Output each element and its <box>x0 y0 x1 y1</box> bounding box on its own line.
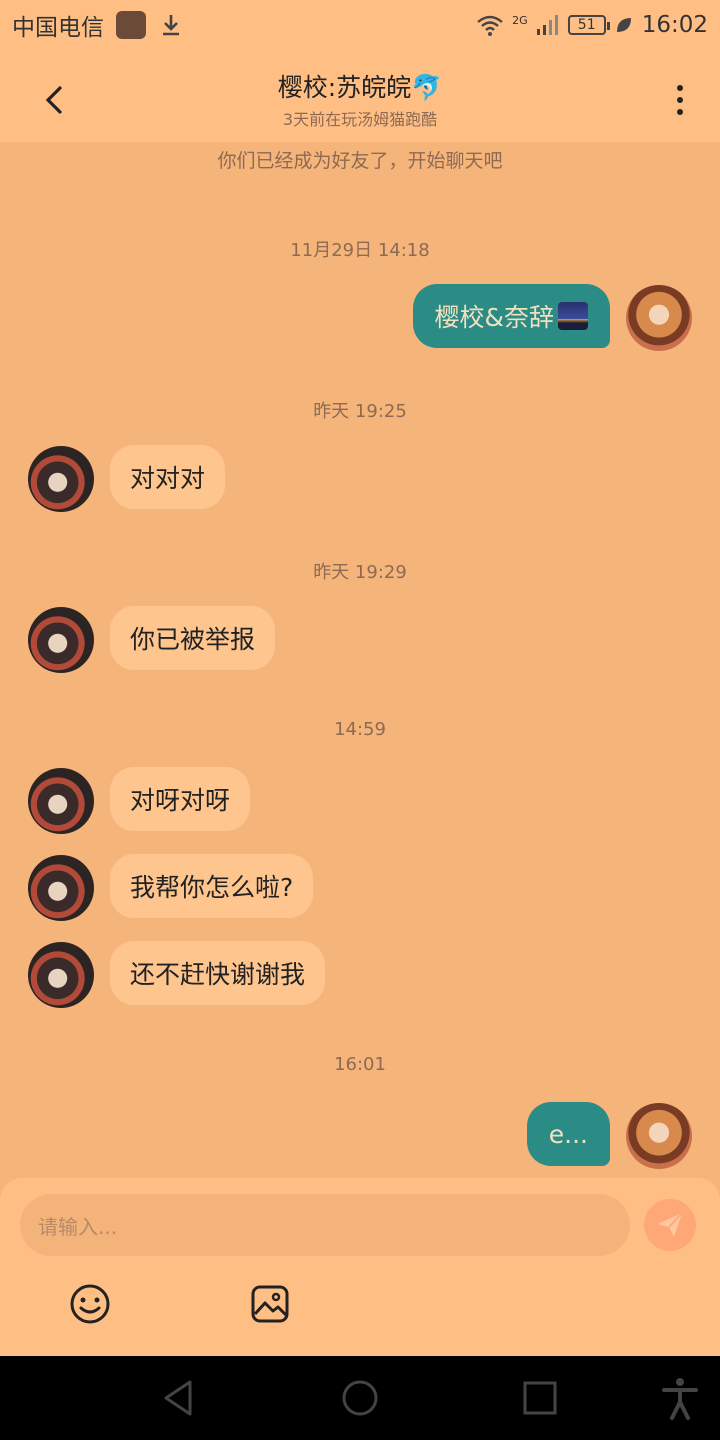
my-avatar[interactable] <box>626 285 692 351</box>
contact-avatar[interactable] <box>28 942 94 1008</box>
status-bar: 中国电信 2G 51 16:02 <box>0 0 720 50</box>
clock: 16:02 <box>641 12 708 38</box>
message-bubble-outgoing[interactable]: 樱校&奈辞 <box>412 284 610 348</box>
more-vertical-icon[interactable] <box>660 80 700 120</box>
contact-name: 樱校:苏皖皖🐬 <box>277 73 443 102</box>
timestamp: 昨天 19:25 <box>313 401 407 422</box>
message-bubble-incoming[interactable]: 对呀对呀 <box>110 767 251 831</box>
message-bubble-incoming[interactable]: 对对对 <box>110 445 226 509</box>
night-sky-emoji-icon <box>558 302 588 330</box>
message-text: 对对对 <box>130 464 206 493</box>
timestamp: 14:59 <box>334 719 386 740</box>
download-icon <box>163 15 179 36</box>
chat-header: 樱校:苏皖皖🐬 3天前在玩汤姆猫跑酷 <box>0 50 720 142</box>
battery-indicator: 51 <box>567 15 610 35</box>
friend-added-notice: 你们已经成为好友了，开始聊天吧 <box>217 150 503 172</box>
contact-avatar[interactable] <box>28 855 94 921</box>
message-bubble-incoming[interactable]: 你已被举报 <box>110 606 276 670</box>
message-text: 还不赶快谢谢我 <box>130 960 306 989</box>
image-icon[interactable] <box>248 1282 292 1326</box>
wifi-icon <box>477 15 503 36</box>
contact-avatar[interactable] <box>28 446 94 512</box>
message-bubble-incoming[interactable]: 我帮你怎么啦? <box>110 854 314 918</box>
input-placeholder: 请输入... <box>38 1214 118 1239</box>
message-text: 我帮你怎么啦? <box>130 873 294 902</box>
network-type: 2G <box>512 14 528 27</box>
message-text: 你已被举报 <box>130 625 256 654</box>
message-bubble-outgoing[interactable]: e... <box>526 1102 610 1166</box>
system-navigation-bar <box>0 1356 720 1440</box>
contact-avatar[interactable] <box>28 768 94 834</box>
timestamp: 16:01 <box>334 1054 386 1075</box>
signal-icon <box>536 15 558 35</box>
my-avatar[interactable] <box>626 1103 692 1169</box>
back-nav-icon[interactable] <box>158 1376 202 1420</box>
accessibility-icon[interactable] <box>658 1376 702 1420</box>
contact-info[interactable]: 樱校:苏皖皖🐬 3天前在玩汤姆猫跑酷 <box>0 68 720 130</box>
message-text: e... <box>548 1119 588 1149</box>
recents-nav-icon[interactable] <box>518 1376 562 1420</box>
message-text: 樱校&奈辞 <box>434 303 555 332</box>
app-notification-icon <box>116 11 146 39</box>
carrier-label: 中国电信 <box>12 15 104 41</box>
home-nav-icon[interactable] <box>338 1376 382 1420</box>
paper-plane-icon <box>658 1212 683 1237</box>
smiley-icon[interactable] <box>68 1282 112 1326</box>
contact-avatar[interactable] <box>28 607 94 673</box>
composer-panel: 请输入... <box>0 1178 720 1356</box>
message-bubble-incoming[interactable]: 还不赶快谢谢我 <box>110 941 326 1005</box>
message-input[interactable]: 请输入... <box>20 1194 630 1256</box>
battery-level: 51 <box>577 17 596 33</box>
timestamp: 昨天 19:29 <box>313 562 407 583</box>
message-text: 对呀对呀 <box>130 786 231 815</box>
leaf-icon <box>616 18 631 32</box>
contact-status: 3天前在玩汤姆猫跑酷 <box>282 110 438 129</box>
send-button[interactable] <box>644 1199 696 1251</box>
timestamp: 11月29日 14:18 <box>290 240 430 261</box>
